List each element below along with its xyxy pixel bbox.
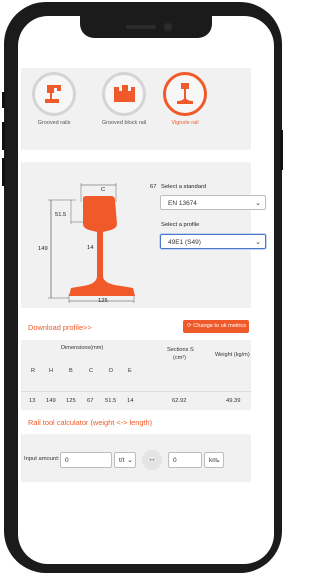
- profile-label: Select a profile: [161, 222, 200, 228]
- dim-c-label: C: [101, 187, 106, 193]
- weight-unit-value: t/t: [119, 457, 125, 464]
- cell-c: 67: [87, 398, 94, 404]
- change-to-uk-metrics-button[interactable]: ⟳ Change to uk metrics: [183, 320, 249, 333]
- cell-d: 51.5: [105, 398, 117, 404]
- cell-r: 13: [29, 398, 36, 404]
- cell-e: 14: [127, 398, 134, 404]
- calculator-title: Rail tool calculator (weight <-> length): [28, 418, 153, 427]
- dim-67-label: 67: [150, 184, 157, 190]
- swap-arrows-icon[interactable]: ↔: [142, 450, 162, 470]
- weight-header: Weight (kg/m): [215, 352, 250, 358]
- rail-type-label: Grooved block rail: [101, 120, 147, 126]
- volume-up-button: [2, 122, 5, 150]
- standard-select-value: EN 13674: [168, 200, 197, 207]
- col-header-h: H: [49, 368, 54, 374]
- section-header-unit: (cm²): [173, 355, 187, 361]
- rail-type-label: Vignole rail: [171, 120, 199, 126]
- grooved-rail-icon: [45, 85, 61, 103]
- rail-type-grooved-block[interactable]: Grooved block rail: [100, 72, 148, 127]
- phone-notch: [80, 16, 212, 38]
- standard-select[interactable]: EN 13674 ⌄: [160, 195, 266, 210]
- rail-type-label: Grooved rails: [37, 120, 71, 126]
- download-profile-link[interactable]: Download profile>>: [28, 323, 92, 332]
- cell-weight: 49.39: [226, 398, 241, 404]
- col-header-e: E: [128, 368, 132, 374]
- weight-unit-select[interactable]: t/t ⌄: [114, 452, 136, 468]
- dim-51-5-label: 51.5: [55, 212, 67, 218]
- chevron-down-icon: ⌄: [215, 457, 221, 464]
- calculator-panel: Input amount: 0 t/t ⌄ ↔ 0 km ⌄: [21, 434, 251, 482]
- weight-input[interactable]: 0: [60, 452, 112, 468]
- col-header-b: B: [69, 368, 73, 374]
- col-header-r: R: [31, 368, 36, 374]
- dim-149-label: 149: [38, 246, 48, 252]
- col-header-d: D: [109, 368, 114, 374]
- input-amount-label: Input amount:: [24, 456, 60, 462]
- refresh-icon: ⟳: [187, 323, 192, 329]
- length-unit-select[interactable]: km ⌄: [204, 452, 224, 468]
- vignole-rail-thumbnail: [163, 72, 207, 116]
- table-divider: [21, 391, 251, 392]
- dimensions-group-header: Dimensions(mm): [61, 345, 104, 351]
- rail-profile-diagram: [48, 183, 135, 303]
- rail-type-vignole[interactable]: Vignole rail: [161, 72, 209, 127]
- length-input[interactable]: 0: [168, 452, 202, 468]
- front-camera: [164, 23, 172, 31]
- grooved-block-thumbnail: [102, 72, 146, 116]
- rail-type-panel: Grooved rails Grooved block rail Vignole…: [21, 68, 251, 150]
- cell-h: 149: [46, 398, 56, 404]
- standard-label: Select a standard: [161, 184, 207, 190]
- vignole-rail-icon: [177, 83, 193, 104]
- power-button: [280, 130, 283, 170]
- volume-down-button: [2, 158, 5, 186]
- rail-type-grooved[interactable]: Grooved rails: [30, 72, 78, 127]
- chevron-down-icon: ⌄: [255, 200, 261, 207]
- profile-select-value: 49E1 (S49): [168, 239, 201, 246]
- chevron-down-icon: ⌄: [127, 457, 133, 464]
- profile-panel: C 51.5 149 14 125 67 Select a standard E…: [21, 162, 266, 308]
- col-header-c: C: [89, 368, 94, 374]
- mute-switch: [2, 92, 5, 108]
- profile-select[interactable]: 49E1 (S49) ⌄: [160, 234, 266, 249]
- grooved-block-rail-icon: [114, 85, 135, 102]
- cell-section: 62.92: [172, 398, 187, 404]
- section-header: Sections S: [167, 347, 194, 353]
- dim-125-label: 125: [98, 298, 108, 304]
- uk-button-label: Change to uk metrics: [193, 323, 247, 329]
- grooved-rail-thumbnail: [32, 72, 76, 116]
- speaker-grille: [126, 25, 156, 29]
- dimensions-table: Dimensions(mm) Sections S (cm²) Weight (…: [21, 340, 251, 410]
- dim-14-label: 14: [87, 245, 94, 251]
- cell-b: 125: [66, 398, 76, 404]
- chevron-down-icon: ⌄: [255, 239, 261, 246]
